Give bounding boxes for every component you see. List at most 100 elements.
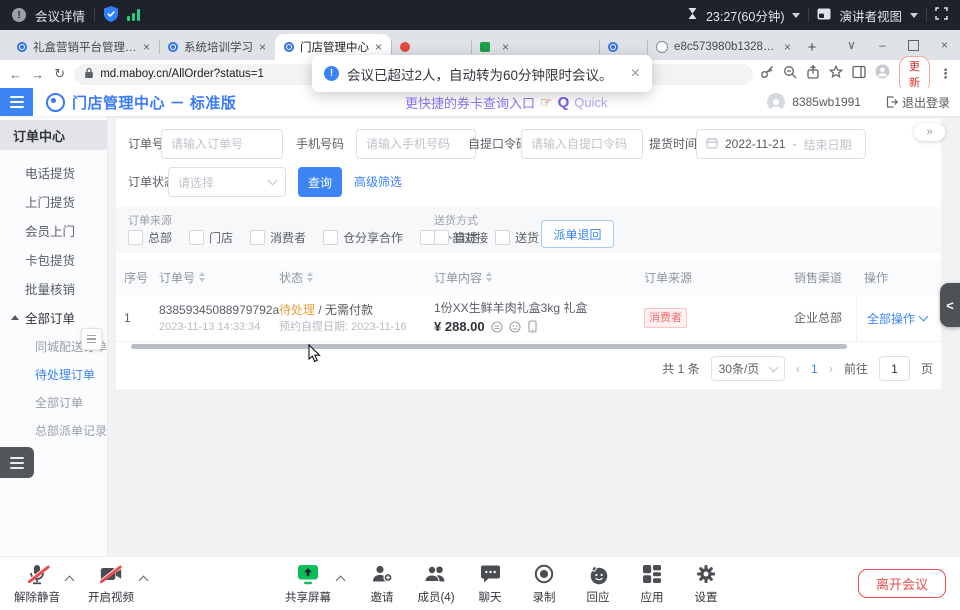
share-icon[interactable] bbox=[806, 65, 820, 84]
col-header-channel: 销售渠道 bbox=[786, 269, 856, 286]
tab-close-icon[interactable]: × bbox=[375, 41, 382, 53]
browser-tab[interactable]: e8c573980b1328a258fd2e61 × bbox=[647, 34, 800, 60]
sort-icon[interactable] bbox=[199, 272, 205, 282]
notification-close-icon[interactable]: × bbox=[631, 65, 640, 83]
col-header-order-id[interactable]: 订单号 bbox=[151, 269, 271, 286]
panel-collapse-button[interactable]: » bbox=[914, 123, 945, 141]
horizontal-scrollbar[interactable] bbox=[131, 344, 847, 349]
source-option-consumer[interactable]: 消费者 bbox=[250, 229, 306, 246]
back-icon[interactable]: ← bbox=[8, 67, 23, 82]
zoom-icon[interactable] bbox=[783, 65, 797, 84]
toolbar-unmute-button[interactable]: 解除静音 bbox=[10, 563, 64, 605]
quick-entry-banner[interactable]: 更快捷的券卡查询入口 ☞ Q Quick bbox=[405, 93, 607, 112]
checkbox-icon[interactable] bbox=[189, 230, 204, 245]
checkbox-icon[interactable] bbox=[495, 230, 510, 245]
next-page-button[interactable]: › bbox=[829, 361, 833, 376]
checkbox-icon[interactable] bbox=[128, 230, 143, 245]
forward-icon[interactable]: → bbox=[30, 67, 45, 82]
key-icon[interactable] bbox=[760, 65, 774, 84]
toolbar-members-button[interactable]: 成员(4) bbox=[409, 563, 463, 605]
checkbox-icon[interactable] bbox=[434, 230, 449, 245]
chrome-menu-icon[interactable]: ⋮ bbox=[939, 66, 952, 82]
side-panel-icon[interactable] bbox=[852, 65, 866, 84]
browser-tab[interactable]: 礼盒营销平台管理中心 × bbox=[8, 34, 159, 60]
sort-icon[interactable] bbox=[307, 272, 313, 282]
mic-options-caret[interactable] bbox=[66, 575, 74, 583]
video-options-caret[interactable] bbox=[140, 575, 148, 583]
delivery-option-delivery[interactable]: 送货 bbox=[495, 229, 539, 246]
source-option-store[interactable]: 门店 bbox=[189, 229, 233, 246]
share-options-caret[interactable] bbox=[337, 575, 345, 583]
timer-dropdown-icon[interactable] bbox=[792, 13, 800, 18]
browser-tab[interactable]: 系统培训学习 × bbox=[159, 34, 275, 60]
checkbox-icon[interactable] bbox=[420, 230, 435, 245]
tab-close-icon[interactable]: × bbox=[502, 41, 509, 53]
row-actions-dropdown[interactable]: 全部操作 bbox=[856, 295, 941, 341]
menu-hamburger-icon[interactable] bbox=[0, 88, 33, 116]
view-mode-label[interactable]: 演讲者视图 bbox=[839, 6, 902, 25]
meeting-info-icon[interactable]: ! bbox=[12, 8, 26, 22]
date-range-picker[interactable]: 2022-11-21 - 结束日期 bbox=[696, 129, 866, 159]
sidebar-item-batch-verify[interactable]: 批量核销 bbox=[0, 274, 107, 303]
view-dropdown-icon[interactable] bbox=[910, 13, 918, 18]
tab-close-icon[interactable]: × bbox=[143, 41, 150, 53]
page-size-select[interactable]: 30条/页 bbox=[711, 356, 785, 381]
meeting-detail-label[interactable]: 会议详情 bbox=[35, 6, 85, 25]
order-receipt-icon[interactable] bbox=[491, 320, 503, 338]
goto-page-input[interactable] bbox=[879, 356, 910, 381]
tab-close-icon[interactable]: × bbox=[259, 41, 266, 53]
source-option-warehouse-share[interactable]: 仓分享合作 bbox=[323, 229, 403, 246]
order-phone-icon[interactable] bbox=[528, 320, 537, 338]
col-header-status[interactable]: 状态 bbox=[271, 269, 426, 286]
sidebar-item-door-pickup[interactable]: 上门提货 bbox=[0, 187, 107, 216]
dispatch-return-button[interactable]: 派单退回 bbox=[541, 220, 614, 248]
delivery-option-self-pickup[interactable]: 自提 bbox=[434, 229, 478, 246]
logout-button[interactable]: 退出登录 bbox=[886, 94, 950, 111]
user-avatar[interactable] bbox=[767, 93, 785, 111]
source-option-hq[interactable]: 总部 bbox=[128, 229, 172, 246]
order-no-input[interactable] bbox=[161, 129, 283, 159]
bookmark-star-icon[interactable] bbox=[829, 65, 843, 84]
sidebar-item-hq-dispatch-records[interactable]: 总部派单记录 bbox=[0, 416, 107, 444]
current-page[interactable]: 1 bbox=[811, 362, 818, 376]
toolbar-share-screen-button[interactable]: 共享屏幕 bbox=[281, 563, 335, 605]
toolbar-chat-button[interactable]: 聊天 bbox=[463, 563, 517, 605]
network-signal-icon[interactable] bbox=[127, 9, 140, 21]
advanced-filter-link[interactable]: 高级筛选 bbox=[354, 167, 402, 197]
toolbar-apps-button[interactable]: 应用 bbox=[625, 563, 679, 605]
checkbox-icon[interactable] bbox=[323, 230, 338, 245]
toolbar-reactions-button[interactable]: 回应 bbox=[571, 563, 625, 605]
toolbar-settings-button[interactable]: 设置 bbox=[679, 563, 733, 605]
sidebar-collapse-handle[interactable] bbox=[81, 328, 102, 350]
leave-meeting-button[interactable]: 离开会议 bbox=[858, 569, 946, 598]
order-status-select[interactable]: 请选择 bbox=[168, 167, 286, 197]
order-smile-icon[interactable] bbox=[509, 320, 521, 338]
sidebar-item-card-pickup[interactable]: 卡包提货 bbox=[0, 245, 107, 274]
sort-icon[interactable] bbox=[486, 272, 492, 282]
tab-close-icon[interactable]: × bbox=[784, 41, 791, 53]
url-text: md.maboy.cn/AllOrder?status=1 bbox=[100, 68, 264, 80]
pickup-code-input[interactable] bbox=[521, 129, 643, 159]
toolbar-invite-button[interactable]: 邀请 bbox=[355, 563, 409, 605]
fullscreen-icon[interactable] bbox=[935, 7, 948, 23]
floating-list-button[interactable] bbox=[0, 447, 34, 478]
meeting-panel-handle[interactable]: < bbox=[940, 283, 960, 327]
sidebar-item-all-orders[interactable]: 全部订单 bbox=[0, 388, 107, 416]
sidebar-item-member-visit[interactable]: 会员上门 bbox=[0, 216, 107, 245]
search-button[interactable]: 查询 bbox=[298, 167, 342, 197]
sidebar-item-phone-pickup[interactable]: 电话提货 bbox=[0, 158, 107, 187]
toolbar-start-video-button[interactable]: 开启视频 bbox=[84, 563, 138, 605]
username[interactable]: 8385wb1991 bbox=[792, 95, 861, 109]
security-shield-icon[interactable] bbox=[104, 6, 118, 25]
sidebar-item-pending-orders[interactable]: 待处理订单 bbox=[0, 360, 107, 388]
toolbar-record-button[interactable]: 录制 bbox=[517, 563, 571, 605]
chrome-update-button[interactable]: 更新 bbox=[899, 56, 930, 93]
profile-avatar-icon[interactable] bbox=[875, 64, 890, 84]
cell-status: 待处理 / 无需付款 预约自提日期: 2023-11-16 bbox=[271, 301, 426, 336]
total-count: 共 1 条 bbox=[662, 360, 699, 377]
col-header-content[interactable]: 订单内容 bbox=[426, 269, 636, 286]
prev-page-button[interactable]: ‹ bbox=[796, 361, 800, 376]
checkbox-icon[interactable] bbox=[250, 230, 265, 245]
reload-icon[interactable]: ↻ bbox=[52, 66, 67, 82]
phone-input[interactable] bbox=[356, 129, 476, 159]
